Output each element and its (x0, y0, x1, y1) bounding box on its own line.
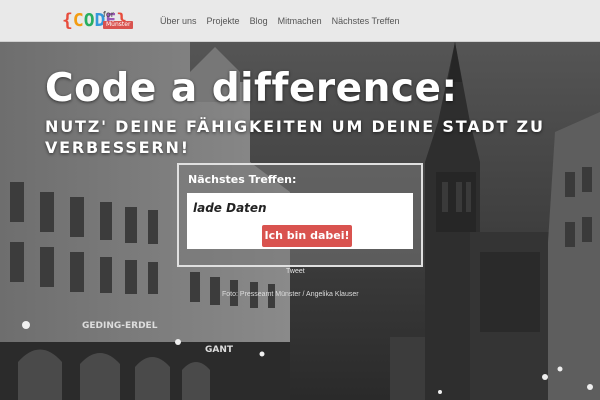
shop-sign-right: GANT (205, 345, 234, 355)
tweet-link[interactable]: Tweet (286, 268, 305, 275)
logo-letter: C (72, 10, 84, 31)
logo-for-text: for (103, 10, 114, 19)
photo-credit: Foto: Presseamt Münster / Angelika Klaus… (222, 291, 359, 298)
nav-link-blog[interactable]: Blog (250, 16, 268, 26)
nav-link-mitmachen[interactable]: Mitmachen (278, 16, 322, 26)
main-nav: Über uns Projekte Blog Mitmachen Nächste… (160, 0, 409, 42)
hero-headline: Code a difference: (45, 66, 458, 111)
next-meetup-box: Nächstes Treffen: lade Daten Ich bin dab… (177, 163, 423, 267)
shop-sign-left: GEDING-ERDEL (82, 321, 158, 331)
next-meetup-info-panel: lade Daten Ich bin dabei! (187, 193, 413, 249)
loading-status-text: lade Daten (193, 201, 267, 215)
codeformuenster-logo[interactable]: {CODE} for Münster (62, 8, 137, 34)
logo-city-badge: Münster (103, 21, 134, 29)
nav-link-projekte[interactable]: Projekte (207, 16, 240, 26)
join-meetup-button[interactable]: Ich bin dabei! (262, 225, 352, 247)
nav-link-ueber-uns[interactable]: Über uns (160, 16, 197, 26)
next-meetup-title: Nächstes Treffen: (188, 173, 297, 186)
logo-letter: O (83, 10, 95, 31)
hero-subheadline: NUTZ' DEINE FÄHIGKEITEN UM DEINE STADT Z… (45, 117, 545, 157)
top-navbar: {CODE} for Münster Über uns Projekte Blo… (0, 0, 600, 42)
logo-letter: { (62, 10, 73, 31)
nav-link-naechstes-treffen[interactable]: Nächstes Treffen (332, 16, 400, 26)
